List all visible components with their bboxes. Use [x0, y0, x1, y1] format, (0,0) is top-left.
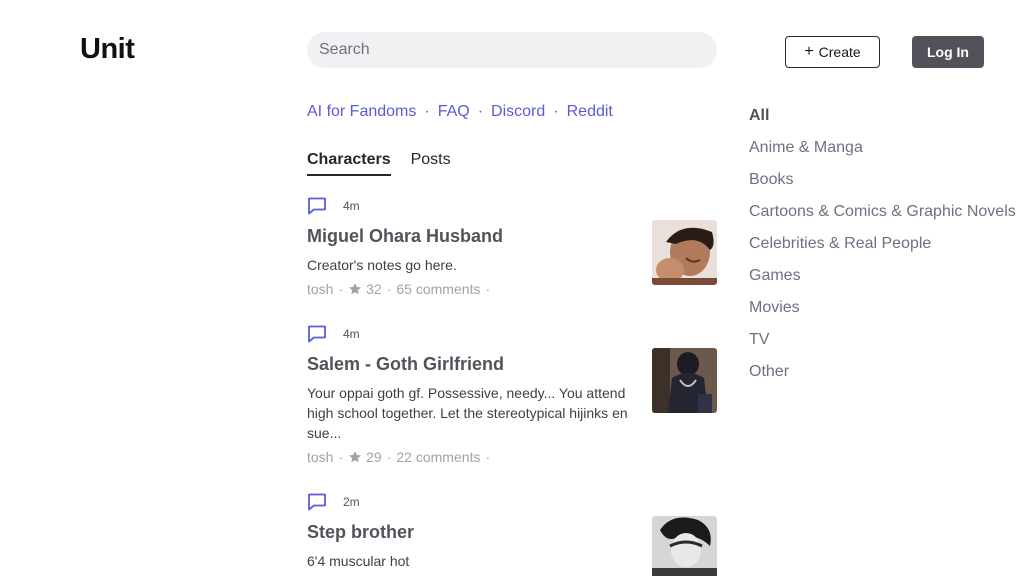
- link-reddit[interactable]: Reddit: [567, 103, 613, 121]
- link-discord[interactable]: Discord: [491, 103, 545, 121]
- tab-characters[interactable]: Characters: [307, 151, 391, 176]
- card-meta: 4m: [307, 324, 717, 344]
- link-faq[interactable]: FAQ: [438, 103, 470, 121]
- category-movies[interactable]: Movies: [749, 296, 1016, 328]
- card-title[interactable]: Step brother: [307, 522, 637, 543]
- stat-separator: ·: [338, 449, 344, 465]
- card-stats: tosh · 29 · 22 comments ·: [307, 449, 717, 465]
- category-list: All Anime & Manga Books Cartoons & Comic…: [749, 104, 1016, 392]
- stat-separator: ·: [338, 281, 344, 297]
- search-input[interactable]: [307, 32, 717, 68]
- stat-separator: ·: [485, 281, 491, 297]
- stat-separator: ·: [386, 449, 392, 465]
- chat-icon: [308, 197, 326, 215]
- category-all[interactable]: All: [749, 104, 1016, 136]
- login-button[interactable]: Log In: [912, 36, 984, 68]
- star-icon: [349, 283, 361, 295]
- create-button[interactable]: + Create: [785, 36, 880, 68]
- tab-posts[interactable]: Posts: [411, 151, 451, 176]
- category-other[interactable]: Other: [749, 360, 1016, 392]
- plus-icon: +: [804, 43, 814, 60]
- card-author[interactable]: tosh: [307, 449, 333, 465]
- category-anime-manga[interactable]: Anime & Manga: [749, 136, 1016, 168]
- card-title[interactable]: Miguel Ohara Husband: [307, 226, 637, 247]
- stat-separator: ·: [386, 281, 392, 297]
- chat-icon: [308, 493, 326, 511]
- card-author[interactable]: tosh: [307, 281, 333, 297]
- goth-girl-portrait-icon: [652, 348, 717, 413]
- card-thumbnail[interactable]: [652, 220, 717, 285]
- character-card[interactable]: 4m Salem - Goth Girlfriend Your oppai go…: [307, 324, 717, 465]
- star-icon: [349, 451, 361, 463]
- card-description: 6'4 muscular hot: [307, 553, 410, 569]
- link-separator: ·: [424, 103, 430, 120]
- card-comments[interactable]: 65 comments: [396, 281, 480, 297]
- anime-man-portrait-icon: [652, 220, 717, 285]
- link-separator: ·: [477, 103, 484, 120]
- character-card[interactable]: 4m Miguel Ohara Husband Creator's notes …: [307, 196, 717, 297]
- card-meta: 4m: [307, 196, 717, 216]
- site-logo[interactable]: Unit: [80, 33, 135, 66]
- card-time: 4m: [343, 327, 360, 341]
- link-ai-for-fandoms[interactable]: AI for Fandoms: [307, 103, 416, 121]
- category-tv[interactable]: TV: [749, 328, 1016, 360]
- page: Unit + Create Log In AI for Fandoms · FA…: [0, 0, 1024, 576]
- card-stars: 32: [366, 281, 382, 297]
- category-games[interactable]: Games: [749, 264, 1016, 296]
- card-thumbnail[interactable]: [652, 348, 717, 413]
- top-links: AI for Fandoms · FAQ · Discord · Reddit: [307, 103, 613, 121]
- monochrome-man-portrait-icon: [652, 516, 717, 576]
- card-thumbnail[interactable]: [652, 516, 717, 576]
- link-separator: ·: [553, 103, 559, 120]
- category-celebrities[interactable]: Celebrities & Real People: [749, 232, 1016, 264]
- card-time: 4m: [343, 199, 360, 213]
- card-comments[interactable]: 22 comments: [396, 449, 480, 465]
- card-title[interactable]: Salem - Goth Girlfriend: [307, 354, 637, 375]
- chat-icon: [308, 325, 326, 343]
- content-tabs: Characters Posts: [307, 151, 451, 176]
- card-stars: 29: [366, 449, 382, 465]
- category-books[interactable]: Books: [749, 168, 1016, 200]
- card-description: Your oppai goth gf. Possessive, needy...…: [307, 385, 628, 441]
- card-meta: 2m: [307, 492, 717, 512]
- category-cartoons-comics[interactable]: Cartoons & Comics & Graphic Novels: [749, 200, 1016, 232]
- character-card[interactable]: 2m Step brother 6'4 muscular hot: [307, 492, 717, 576]
- card-time: 2m: [343, 495, 360, 509]
- stat-separator: ·: [485, 449, 491, 465]
- create-button-label: Create: [818, 44, 861, 60]
- card-description: Creator's notes go here.: [307, 257, 457, 273]
